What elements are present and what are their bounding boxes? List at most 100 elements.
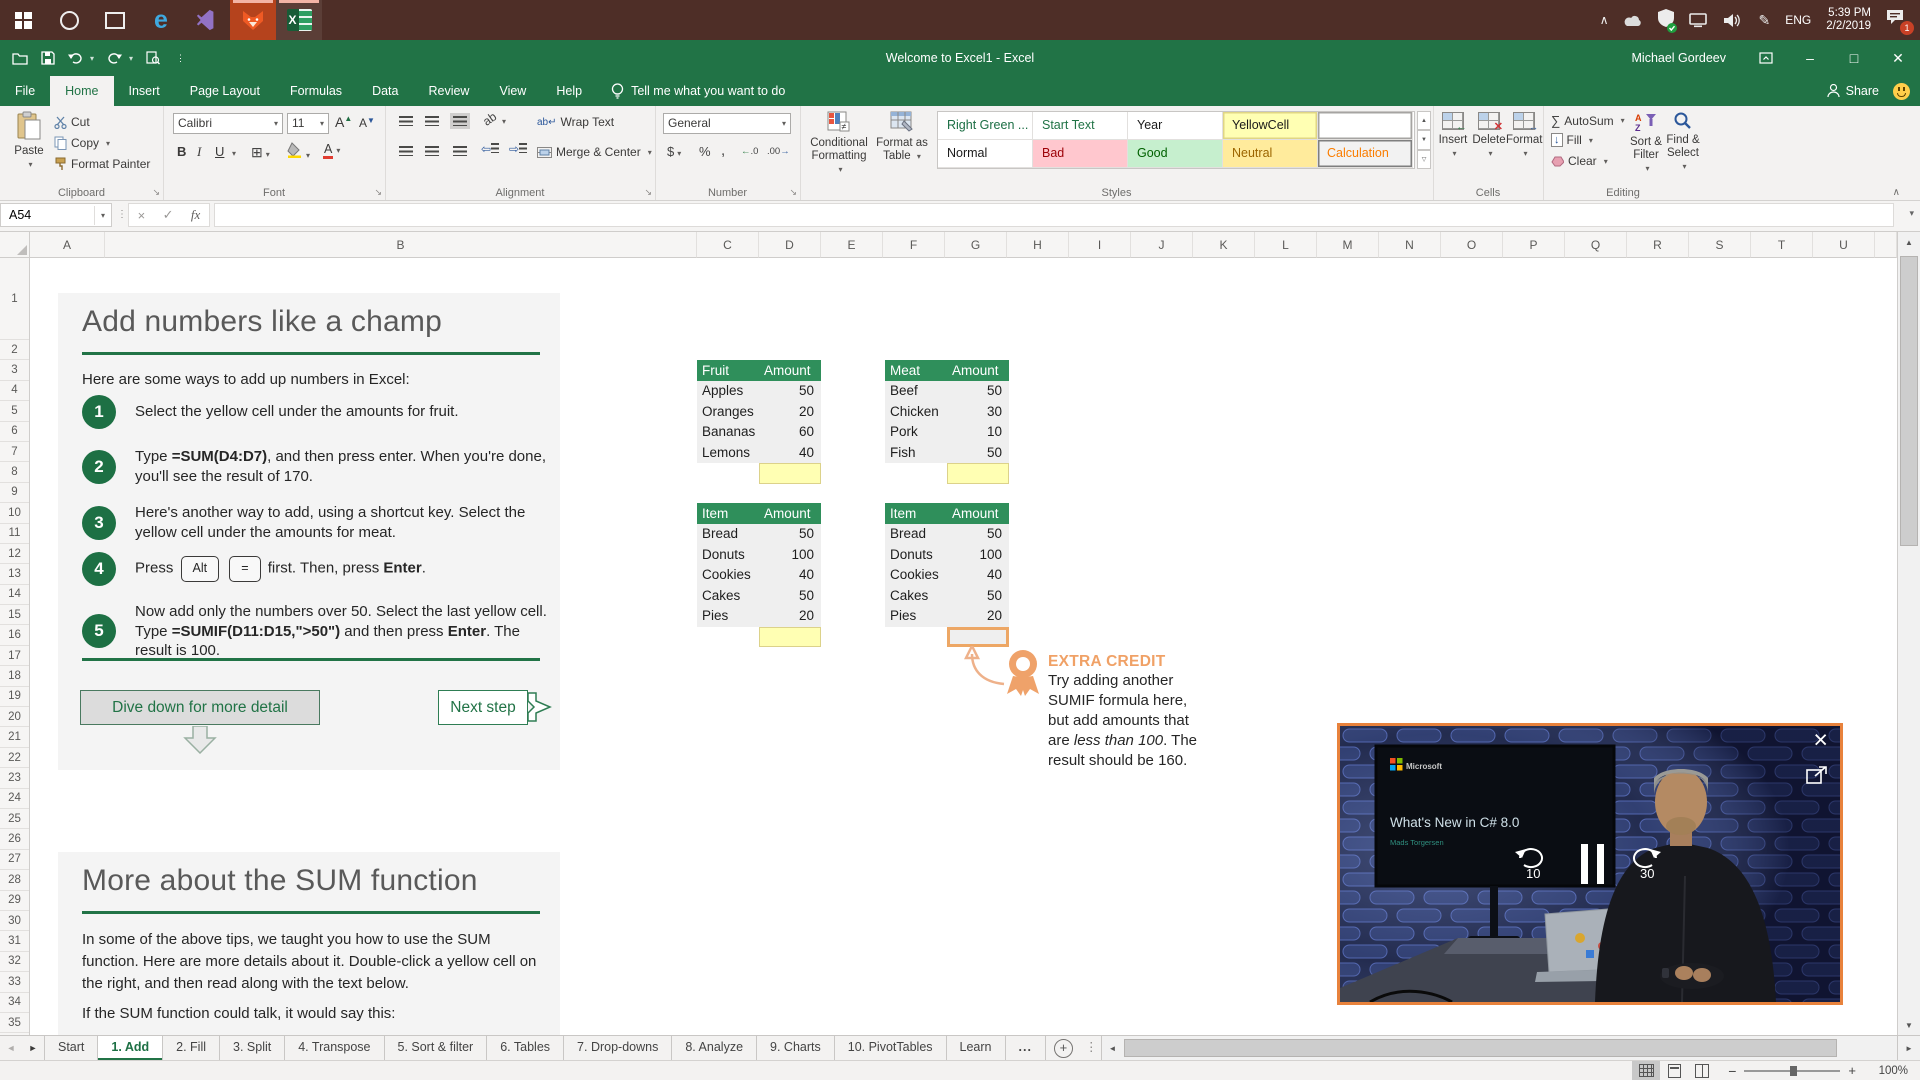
merge-center-button[interactable]: Merge & Center▾	[537, 145, 652, 159]
onedrive-icon[interactable]	[1623, 13, 1643, 27]
ribbon-tab-review[interactable]: Review	[413, 76, 484, 106]
column-header-F[interactable]: F	[883, 232, 945, 258]
zoom-percent[interactable]: 100%	[1864, 1065, 1912, 1077]
find-select-button[interactable]: Find & Select▾	[1665, 112, 1701, 173]
cell-style-bad[interactable]: Bad	[1033, 140, 1128, 168]
fill-button[interactable]: ↓ Fill▾	[1551, 133, 1593, 147]
column-header-U[interactable]: U	[1813, 232, 1875, 258]
customize-qat-icon[interactable]: ⋮	[176, 53, 185, 64]
sheet-tab-2-fill[interactable]: 2. Fill	[163, 1036, 220, 1060]
row-header-32[interactable]: 32	[0, 952, 29, 972]
sort-filter-button[interactable]: AZ Sort & Filter▾	[1627, 112, 1665, 175]
row-header-6[interactable]: 6	[0, 422, 29, 442]
cell-style-start-text[interactable]: Start Text	[1033, 112, 1128, 140]
item-cell[interactable]: Cookies	[885, 565, 947, 586]
next-step-button[interactable]: Next step	[438, 690, 528, 725]
table-row[interactable]: Cakes50	[697, 586, 821, 607]
row-header-24[interactable]: 24	[0, 789, 29, 809]
start-button[interactable]	[0, 0, 46, 40]
item-cell[interactable]: Donuts	[697, 545, 759, 566]
amount-cell[interactable]: 20	[947, 606, 1009, 627]
row-header-22[interactable]: 22	[0, 748, 29, 768]
item-cell[interactable]: Fish	[885, 443, 947, 464]
underline-dropdown-icon[interactable]: ▾	[232, 149, 236, 158]
row-header-8[interactable]: 8	[0, 462, 29, 482]
column-header-P[interactable]: P	[1503, 232, 1565, 258]
amount-cell[interactable]: 20	[759, 606, 821, 627]
fox-app-taskbar-button[interactable]	[230, 0, 276, 40]
vscroll-down-icon[interactable]: ▼	[1898, 1015, 1920, 1035]
row-header-17[interactable]: 17	[0, 646, 29, 666]
pause-button[interactable]	[1581, 844, 1604, 884]
table-row[interactable]: Apples50	[697, 381, 821, 402]
row-header-14[interactable]: 14	[0, 585, 29, 605]
table-row[interactable]: Cookies40	[885, 565, 1009, 586]
yellow-answer-cell[interactable]	[947, 463, 1009, 484]
ribbon-tab-help[interactable]: Help	[541, 76, 597, 106]
decrease-indent-button[interactable]: ⇦	[481, 142, 499, 156]
clipboard-dialog-launcher-icon[interactable]: ↘	[152, 187, 160, 198]
amount-cell[interactable]: 50	[947, 443, 1009, 464]
amount-cell[interactable]: 40	[759, 443, 821, 464]
amount-cell[interactable]: 50	[947, 381, 1009, 402]
table-row[interactable]: Cakes50	[885, 586, 1009, 607]
table-row[interactable]: Pork10	[885, 422, 1009, 443]
column-header-I[interactable]: I	[1069, 232, 1131, 258]
open-icon[interactable]	[12, 52, 28, 65]
clear-button[interactable]: Clear▾	[1551, 154, 1608, 168]
paste-button[interactable]: Paste▾	[8, 111, 50, 171]
column-header-H[interactable]: H	[1007, 232, 1069, 258]
video-close-icon[interactable]: ×	[1813, 728, 1828, 753]
page-layout-view-button[interactable]	[1660, 1061, 1688, 1080]
item-cell[interactable]: Pies	[697, 606, 759, 627]
row-header-3[interactable]: 3	[0, 360, 29, 380]
edge-taskbar-button[interactable]: e	[138, 0, 184, 40]
amount-cell[interactable]: 50	[947, 586, 1009, 607]
amount-cell[interactable]: 100	[947, 545, 1009, 566]
ribbon-tab-insert[interactable]: Insert	[114, 76, 175, 106]
item-cell[interactable]: Bread	[697, 524, 759, 545]
increase-indent-button[interactable]: ⇨	[509, 142, 527, 156]
ribbon-tab-file[interactable]: File	[0, 76, 50, 106]
increase-decimal-button[interactable]: ←.0	[741, 146, 758, 157]
formula-bar-splitter[interactable]: ⋮	[117, 209, 127, 220]
video-overlay[interactable]: Microsoft What's New in C# 8.0 Mads Torg…	[1337, 723, 1843, 1005]
sheet-tab-overflow[interactable]: ...	[1006, 1036, 1046, 1060]
share-button[interactable]: Share	[1827, 84, 1879, 98]
formula-input[interactable]	[214, 203, 1894, 227]
video-popout-icon[interactable]	[1806, 766, 1828, 790]
yellow-answer-cell[interactable]	[759, 463, 821, 484]
item-cell[interactable]: Lemons	[697, 443, 759, 464]
cell-style-calculation[interactable]: Calculation	[1318, 140, 1413, 168]
align-right-button[interactable]	[453, 146, 467, 156]
column-header-B[interactable]: B	[105, 232, 697, 258]
row-header-4[interactable]: 4	[0, 381, 29, 401]
zoom-slider-thumb[interactable]	[1790, 1066, 1797, 1076]
column-header-T[interactable]: T	[1751, 232, 1813, 258]
item-cell[interactable]: Apples	[697, 381, 759, 402]
column-header-D[interactable]: D	[759, 232, 821, 258]
column-header-S[interactable]: S	[1689, 232, 1751, 258]
new-sheet-icon[interactable]: +	[1054, 1039, 1073, 1058]
column-header-N[interactable]: N	[1379, 232, 1441, 258]
volume-icon[interactable]	[1724, 13, 1743, 28]
currency-button[interactable]: $▾	[667, 144, 681, 159]
save-icon[interactable]	[41, 51, 55, 65]
table-row[interactable]: Beef50	[885, 381, 1009, 402]
table-row[interactable]: Chicken30	[885, 402, 1009, 423]
orientation-button[interactable]: ab	[480, 109, 499, 128]
copy-button[interactable]: Copy▾	[54, 136, 110, 150]
item-cell[interactable]: Chicken	[885, 402, 947, 423]
zoom-out-icon[interactable]: −	[1728, 1063, 1736, 1079]
gallery-scroll-up-icon[interactable]: ▲	[1417, 111, 1431, 130]
amount-cell[interactable]: 50	[759, 524, 821, 545]
format-as-table-button[interactable]: Format as Table ▾	[872, 111, 932, 163]
ribbon-tab-view[interactable]: View	[484, 76, 541, 106]
format-painter-button[interactable]: Format Painter	[54, 157, 150, 171]
row-header-27[interactable]: 27	[0, 850, 29, 870]
delete-cells-button[interactable]: ✕ Delete▾	[1471, 112, 1507, 160]
amount-cell[interactable]: 50	[759, 381, 821, 402]
hscroll-track[interactable]	[1122, 1036, 1897, 1060]
top-align-button[interactable]	[399, 116, 413, 126]
cell-style-yellowcell[interactable]: YellowCell	[1223, 112, 1318, 140]
